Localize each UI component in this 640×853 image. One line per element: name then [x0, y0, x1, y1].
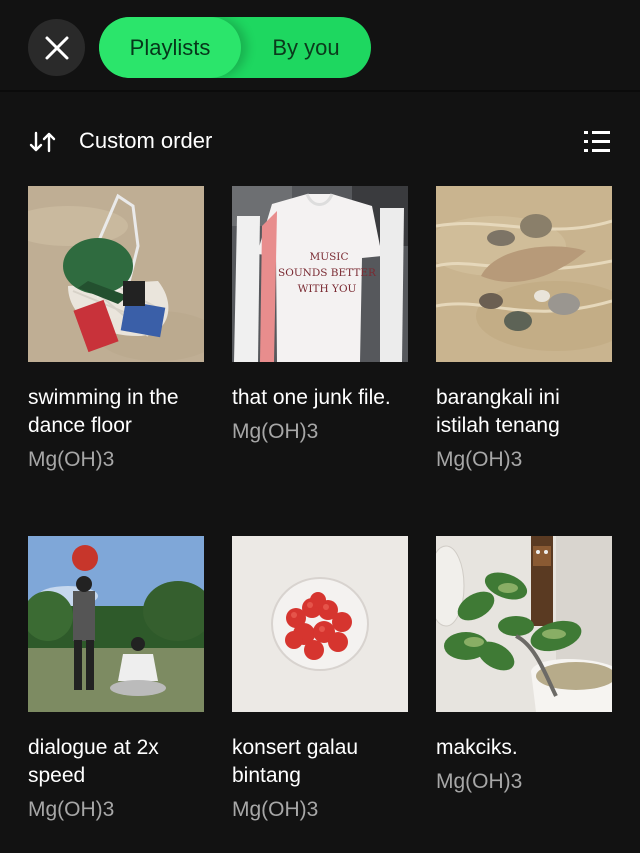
- header-divider: [0, 90, 640, 92]
- playlist-owner: Mg(OH)3: [28, 448, 115, 471]
- playlist-owner: Mg(OH)3: [28, 798, 115, 821]
- playlist-card[interactable]: MUSIC SOUNDS BETTER WITH YOU that one ju…: [232, 186, 408, 446]
- playlist-card[interactable]: konsert galau bintang Mg(OH)3: [232, 536, 408, 824]
- playlist-title: barangkali ini istilah tenang: [436, 386, 560, 437]
- playlist-cover-beach-bag: [28, 186, 204, 362]
- close-button[interactable]: [28, 19, 85, 76]
- shirt-text: MUSIC: [310, 251, 349, 263]
- playlist-cover-strawberries: [232, 536, 408, 712]
- filter-chip-group: By you Playlists: [99, 17, 371, 78]
- playlist-owner: Mg(OH)3: [436, 770, 523, 793]
- playlist-card[interactable]: dialogue at 2x speed Mg(OH)3: [28, 536, 204, 824]
- playlist-owner: Mg(OH)3: [232, 420, 319, 443]
- close-icon: [45, 36, 68, 59]
- chip-by-you[interactable]: By you: [241, 17, 371, 78]
- playlist-card[interactable]: makciks. Mg(OH)3: [436, 536, 612, 796]
- sort-arrows-icon[interactable]: [28, 130, 58, 154]
- playlist-title: makciks.: [436, 736, 518, 759]
- top-bar: By you Playlists: [0, 0, 640, 90]
- playlist-title: dialogue at 2x speed: [28, 736, 159, 787]
- shirt-text: SOUNDS BETTER: [278, 267, 377, 279]
- playlist-card[interactable]: swimming in the dance floor Mg(OH)3: [28, 186, 204, 474]
- playlist-owner: Mg(OH)3: [232, 798, 319, 821]
- shirt-text: WITH YOU: [298, 283, 357, 295]
- sort-bar: Custom order: [0, 118, 640, 166]
- playlist-card[interactable]: barangkali ini istilah tenang Mg(OH)3: [436, 186, 612, 474]
- playlist-cover-tshirt: MUSIC SOUNDS BETTER WITH YOU: [232, 186, 408, 362]
- playlist-title: konsert galau bintang: [232, 736, 359, 787]
- playlist-title: that one junk file.: [232, 386, 391, 409]
- sort-label[interactable]: Custom order: [79, 128, 212, 154]
- playlist-owner: Mg(OH)3: [436, 448, 523, 471]
- list-view-icon[interactable]: [582, 127, 612, 157]
- playlist-cover-plant-ukulele: [436, 536, 612, 712]
- chip-playlists[interactable]: Playlists: [99, 17, 241, 78]
- playlist-title: swimming in the dance floor: [28, 386, 179, 437]
- playlist-cover-park-people: [28, 536, 204, 712]
- playlist-cover-shells-water: [436, 186, 612, 362]
